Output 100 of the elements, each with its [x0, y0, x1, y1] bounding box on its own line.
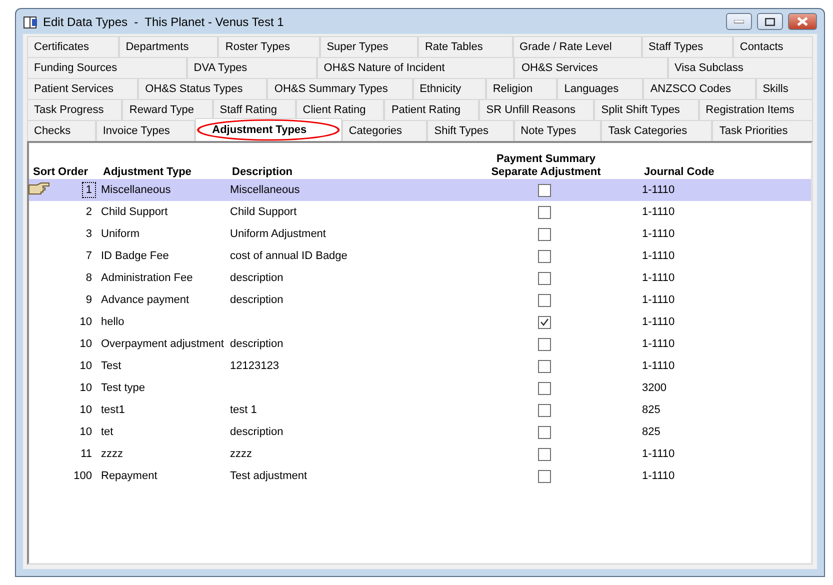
table-cell-text: Child Support: [229, 206, 298, 218]
table-row[interactable]: 10 tet description 825: [29, 421, 811, 443]
tab[interactable]: Contacts: [732, 36, 813, 57]
table-cell-text: 1-1110: [641, 206, 676, 218]
table-cell-text: 7: [84, 249, 93, 263]
checkbox[interactable]: [538, 272, 550, 284]
table-cell-text: Miscellaneous: [100, 184, 172, 196]
tab[interactable]: Task Priorities: [712, 120, 813, 141]
app-icon: [23, 14, 39, 30]
tab[interactable]: Adjustment Types: [195, 118, 342, 141]
tab[interactable]: Certificates: [27, 36, 119, 57]
tab[interactable]: Patient Services: [27, 78, 138, 99]
table-cell-text: Overpayment adjustment: [100, 338, 225, 350]
table-cell-text: 10: [78, 425, 93, 439]
close-button[interactable]: [788, 13, 817, 30]
maximize-button[interactable]: [757, 13, 783, 30]
tab[interactable]: Roster Types: [218, 36, 320, 57]
table-cell-text: 3: [84, 227, 93, 241]
table-cell-text: zzzz: [100, 448, 124, 460]
tab[interactable]: Ethnicity: [412, 78, 486, 99]
checkbox[interactable]: [538, 448, 550, 460]
checkbox[interactable]: [538, 426, 550, 438]
tab[interactable]: Task Progress: [27, 99, 122, 120]
table-cell-text: Advance payment: [100, 294, 190, 306]
tab[interactable]: OH&S Services: [514, 57, 668, 78]
tab[interactable]: Visa Subclass: [668, 57, 813, 78]
checkbox[interactable]: [538, 404, 550, 416]
table-cell-text: 9: [84, 293, 93, 307]
checkbox[interactable]: [538, 250, 550, 262]
table-row[interactable]: 10 hello 1-1110: [29, 311, 811, 333]
tab[interactable]: Checks: [27, 120, 96, 141]
checkbox[interactable]: [538, 360, 550, 372]
table-row[interactable]: 10 Overpayment adjustment description 1-1110: [29, 333, 811, 355]
column-header: Payment Summary Separate Adjustment: [490, 153, 602, 179]
minimize-button[interactable]: [726, 13, 752, 30]
tab[interactable]: DVA Types: [186, 57, 317, 78]
tab[interactable]: Reward Type: [122, 99, 213, 120]
checkbox[interactable]: [538, 294, 550, 306]
tab[interactable]: Task Categories: [601, 120, 712, 141]
tab[interactable]: OH&S Nature of Incident: [316, 57, 514, 78]
tab[interactable]: Languages: [557, 78, 644, 99]
table-row[interactable]: 8 Administration Fee description 1-1110: [29, 267, 811, 289]
table-row[interactable]: 9 Advance payment description 1-1110: [29, 289, 811, 311]
table-cell-text: 1-1110: [641, 294, 676, 306]
table-cell-text: 1-1110: [641, 272, 676, 284]
table-cell-text: 3200: [641, 382, 668, 394]
table-cell-text: 100: [72, 469, 93, 483]
table-cell-text: description: [229, 426, 284, 438]
table-row[interactable]: 10 test1 test 1 825: [29, 399, 811, 421]
tab[interactable]: Split Shift Types: [594, 99, 699, 120]
table-row[interactable]: 100 Repayment Test adjustment 1-1110: [29, 465, 811, 487]
checkbox[interactable]: [538, 316, 550, 328]
tab[interactable]: Shift Types: [427, 120, 514, 141]
tab[interactable]: Grade / Rate Level: [512, 36, 642, 57]
tab[interactable]: Departments: [118, 36, 218, 57]
table-cell-text: 10: [78, 359, 93, 373]
table-cell-text: 8: [84, 271, 93, 285]
checkbox[interactable]: [538, 206, 550, 218]
table-cell-text: tet: [100, 426, 114, 438]
table-cell-text: 1-1110: [641, 360, 676, 372]
table-cell-text: 2: [84, 205, 93, 219]
table-row[interactable]: 11 zzzz zzzz 1-1110: [29, 443, 811, 465]
tab[interactable]: Religion: [486, 78, 558, 99]
tab[interactable]: Categories: [342, 120, 428, 141]
checkbox[interactable]: [538, 470, 550, 482]
tab[interactable]: Registration Items: [698, 99, 814, 120]
tab[interactable]: Client Rating: [296, 99, 384, 120]
selected-row[interactable]: 1 Miscellaneous Miscellaneous 1-1110: [29, 179, 811, 201]
tab[interactable]: Super Types: [320, 36, 418, 57]
table-cell-text: Test: [100, 360, 122, 372]
table-row[interactable]: 7 ID Badge Fee cost of annual ID Badge 1-1110: [29, 245, 811, 267]
tab[interactable]: Rate Tables: [418, 36, 513, 57]
table-row[interactable]: 2 Child Support Child Support 1-1110: [29, 201, 811, 223]
tab[interactable]: Staff Types: [642, 36, 733, 57]
tab[interactable]: Funding Sources: [27, 57, 187, 78]
table-row[interactable]: 10 Test type 3200: [29, 377, 811, 399]
pointing-hand-icon: [27, 182, 51, 196]
tab[interactable]: Skills: [756, 78, 814, 99]
column-header: Sort Order: [32, 166, 90, 179]
checkbox[interactable]: [538, 338, 550, 350]
table-cell: 1: [82, 183, 95, 197]
tab[interactable]: OH&S Summary Types: [267, 78, 413, 99]
table-cell-text: test1: [100, 404, 126, 416]
table-cell-text: 825: [641, 404, 662, 416]
checkbox[interactable]: [538, 184, 550, 196]
tab[interactable]: Note Types: [514, 120, 602, 141]
table-cell-text: test 1: [229, 404, 258, 416]
table-cell-text: 10: [78, 315, 93, 329]
tab[interactable]: SR Unfill Reasons: [479, 99, 594, 120]
tab[interactable]: Invoice Types: [96, 120, 196, 141]
tab[interactable]: ANZSCO Codes: [643, 78, 756, 99]
tab[interactable]: Patient Rating: [384, 99, 480, 120]
checkbox[interactable]: [538, 382, 550, 394]
table-row[interactable]: 10 Test 12123123 1-1110: [29, 355, 811, 377]
table-row[interactable]: 3 Uniform Uniform Adjustment 1-1110: [29, 223, 811, 245]
tab[interactable]: OH&S Status Types: [138, 78, 268, 99]
checkbox[interactable]: [538, 228, 550, 240]
table-cell-text: 1-1110: [641, 448, 676, 460]
table-cell-text: Miscellaneous: [229, 184, 301, 196]
table-cell-text: Uniform: [100, 228, 141, 240]
